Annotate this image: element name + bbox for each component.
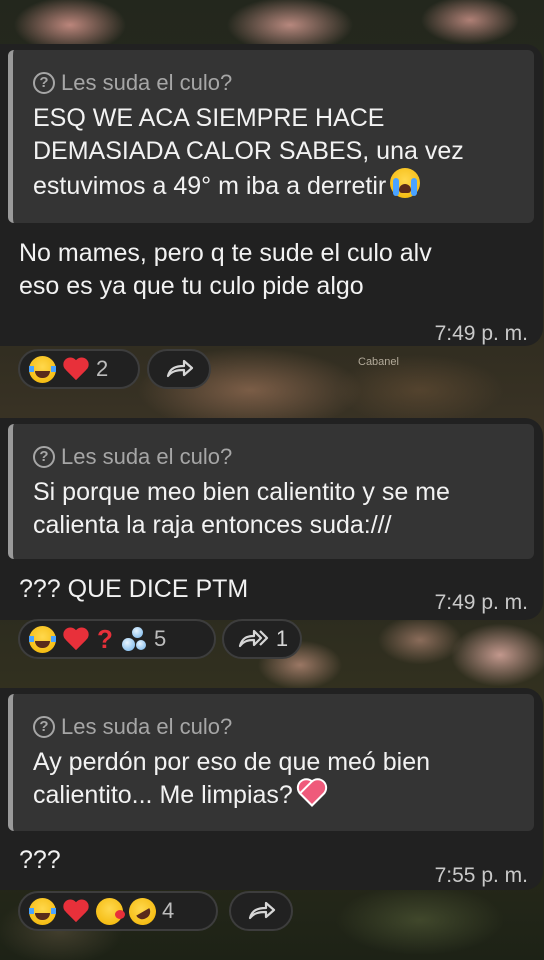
- forward-button[interactable]: [229, 891, 293, 931]
- reply-text: ESQ WE ACA SIEMPRE HACE DEMASIADA CALOR …: [33, 104, 464, 200]
- sweat-droplets-icon[interactable]: [120, 625, 148, 653]
- red-heart-icon[interactable]: [62, 898, 90, 924]
- face-blowing-kiss-icon[interactable]: [96, 897, 125, 925]
- reaction-count: 2: [96, 356, 109, 381]
- reply-text: Ay perdón por eso de que meó bien calien…: [33, 748, 431, 809]
- message-time: 7:49 p. m.: [434, 322, 528, 345]
- red-heart-icon[interactable]: [62, 356, 90, 382]
- message-bubble[interactable]: ? Les suda el culo? Si porque meo bien c…: [0, 418, 543, 620]
- reply-author: Les suda el culo?: [61, 714, 233, 739]
- message-bubble[interactable]: ? Les suda el culo? Ay perdón por eso de…: [0, 688, 543, 890]
- heart-icon: [297, 780, 327, 806]
- forward-button[interactable]: 1: [222, 619, 302, 659]
- wallpaper-caption: Cabanel: [358, 356, 399, 368]
- help-circle-icon: ?: [33, 72, 55, 94]
- reply-quote[interactable]: ? Les suda el culo? Ay perdón por eso de…: [8, 694, 534, 831]
- red-heart-icon[interactable]: [62, 626, 90, 652]
- red-question-icon[interactable]: ?: [96, 625, 114, 653]
- reactions-bar[interactable]: 4: [18, 891, 218, 931]
- reply-quote[interactable]: ? Les suda el culo? Si porque meo bien c…: [8, 424, 534, 559]
- reactions-bar[interactable]: ? 5: [18, 619, 216, 659]
- rolling-laughing-icon[interactable]: [124, 892, 161, 930]
- reply-author: Les suda el culo?: [61, 70, 233, 95]
- tears-of-joy-icon[interactable]: [29, 625, 56, 653]
- message-time: 7:49 p. m.: [434, 591, 528, 614]
- loudly-crying-face-icon: [390, 168, 421, 198]
- forward-icon: [166, 359, 194, 378]
- help-circle-icon: ?: [33, 716, 55, 738]
- forward-multiple-icon: [238, 629, 268, 648]
- message-time: 7:55 p. m.: [434, 864, 528, 887]
- tears-of-joy-icon[interactable]: [29, 355, 56, 383]
- reply-author: Les suda el culo?: [61, 444, 233, 469]
- reply-quote[interactable]: ? Les suda el culo? ESQ WE ACA SIEMPRE H…: [8, 50, 534, 223]
- message-bubble[interactable]: ? Les suda el culo? ESQ WE ACA SIEMPRE H…: [0, 44, 543, 346]
- reaction-count: 4: [162, 898, 175, 923]
- help-circle-icon: ?: [33, 446, 55, 468]
- reply-text: Si porque meo bien calientito y se me ca…: [33, 478, 450, 539]
- forward-icon: [248, 901, 276, 920]
- forward-button[interactable]: [147, 349, 211, 389]
- tears-of-joy-icon[interactable]: [29, 897, 56, 925]
- message-text: No mames, pero q te sude el culo alv eso…: [19, 239, 432, 300]
- reaction-count: 5: [154, 626, 167, 651]
- forward-count: 1: [275, 626, 289, 651]
- reactions-bar[interactable]: 2: [18, 349, 140, 389]
